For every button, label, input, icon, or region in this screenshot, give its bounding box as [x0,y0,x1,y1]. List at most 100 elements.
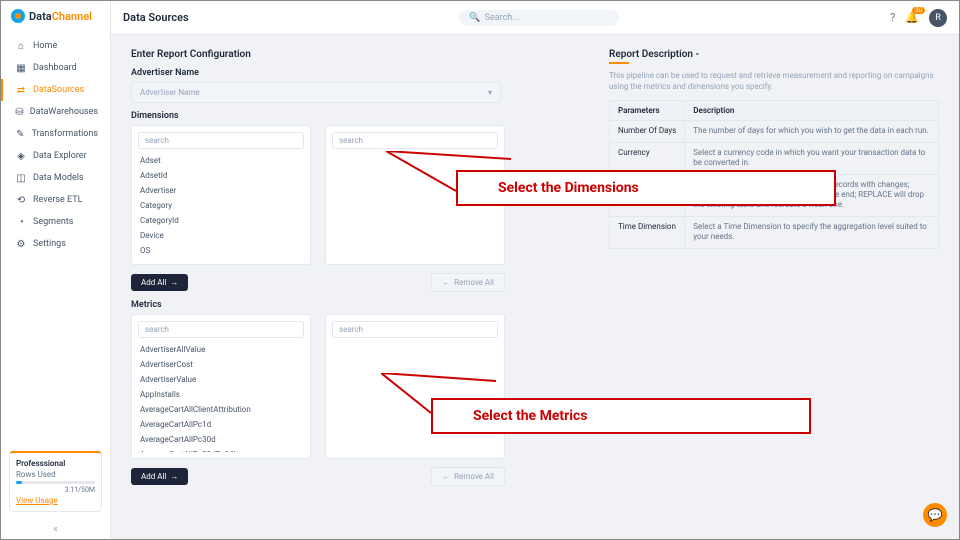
callout-metrics: Select the Metrics [431,398,811,434]
nav-label: Transformations [32,129,98,139]
met-selected-search[interactable]: search [332,321,498,338]
nav-label: Segments [33,217,73,227]
arrow-right-icon: → [170,472,178,481]
list-item[interactable]: AdvertiserValue [138,372,304,387]
list-item[interactable]: Adset [138,153,304,168]
page-title: Data Sources [123,11,189,24]
list-item[interactable]: AverageCartAllPc1d [138,417,304,432]
callout-dimensions: Select the Dimensions [456,170,836,206]
met-search-input[interactable]: search [138,321,304,338]
plan-usage: 3.11/50M [16,486,95,494]
nav-icon: ◈ [15,150,27,162]
arrow-left-icon: ← [442,278,450,287]
nav-label: Data Models [33,173,84,183]
sidebar: DataChannel ⌂ Home ▦ Dashboard ⇄ DataSources ⛁… [1,1,111,539]
list-item[interactable]: AppInstalls [138,387,304,402]
nav-icon: ◔ [15,216,27,228]
main: Data Sources 🔍 Search... ? 🔔20 R Enter R… [111,1,959,539]
nav-icon: ▦ [15,62,27,74]
dimensions-list: AdsetAdsetIdAdvertiserCategoryCategoryId… [138,153,304,258]
table-row: Number Of DaysThe number of days for whi… [610,121,939,142]
nav: ⌂ Home ▦ Dashboard ⇄ DataSources ⛁ DataWarehous… [1,31,110,443]
list-item[interactable]: CategoryId [138,213,304,228]
notifications-icon[interactable]: 🔔20 [905,11,919,24]
search-input[interactable]: 🔍 Search... [459,10,619,26]
list-item[interactable]: AdvertiserAllValue [138,342,304,357]
sidebar-item-datawarehouses[interactable]: ⛁ DataWarehouses [1,101,110,123]
list-item[interactable]: AdsetId [138,168,304,183]
sidebar-item-home[interactable]: ⌂ Home [1,35,110,57]
sidebar-item-settings[interactable]: ⚙ Settings [1,233,110,255]
nav-label: Settings [33,239,66,249]
list-item[interactable]: AverageCartAllPc30d [138,432,304,447]
nav-label: Dashboard [33,63,77,73]
nav-icon: ⇄ [15,84,27,96]
sidebar-item-dashboard[interactable]: ▦ Dashboard [1,57,110,79]
list-item[interactable]: AverageCartAllClientAttribution [138,402,304,417]
advertiser-select[interactable]: Advertiser Name ▾ [131,82,501,103]
content: Enter Report Configuration Advertiser Na… [111,35,959,539]
sidebar-item-reverse etl[interactable]: ⟲Reverse ETL [1,189,110,211]
metrics-label: Metrics [131,300,939,310]
nav-label: Home [33,41,57,51]
logo-text-2: Channel [52,10,92,23]
dimensions-available-panel: search AdsetAdsetIdAdvertiserCategoryCat… [131,125,311,265]
search-icon: 🔍 [469,13,480,23]
nav-icon: ✎ [15,128,26,140]
advertiser-placeholder: Advertiser Name [140,88,200,97]
nav-label: DataSources [33,85,84,95]
list-item[interactable]: OS [138,243,304,258]
nav-label: DataWarehouses [30,107,98,117]
nav-icon: ⛁ [15,106,24,118]
logo[interactable]: DataChannel [1,1,110,31]
metrics-list: AdvertiserAllValueAdvertiserCostAdvertis… [138,342,304,452]
nav-label: Reverse ETL [33,195,82,205]
list-item[interactable]: AdvertiserCost [138,357,304,372]
plan-rows-label: Rows Used [16,470,95,479]
sidebar-item-datasources[interactable]: ⇄ DataSources [1,79,110,101]
help-icon[interactable]: ? [890,11,895,24]
add-all-dimensions-button[interactable]: Add All→ [131,274,188,291]
topbar: Data Sources 🔍 Search... ? 🔔20 R [111,1,959,35]
list-item[interactable]: AverageCartAllPc30dPv24h [138,447,304,452]
sidebar-item-transformations[interactable]: ✎ Transformations [1,123,110,145]
sidebar-item-segments[interactable]: ◔ Segments [1,211,110,233]
plan-progress [16,481,95,484]
search-placeholder: Search... [485,13,520,23]
param-name: Number Of Days [610,121,685,142]
sidebar-item-data models[interactable]: ◫ Data Models [1,167,110,189]
table-row: Time DimensionSelect a Time Dimension to… [610,216,939,248]
add-all-metrics-button[interactable]: Add All→ [131,468,188,485]
nav-icon: ◫ [15,172,27,184]
logo-icon [11,9,25,23]
th-parameters: Parameters [610,101,685,121]
metrics-available-panel: search AdvertiserAllValueAdvertiserCostA… [131,314,311,459]
list-item[interactable]: Device [138,228,304,243]
remove-all-metrics-button[interactable]: ←Remove All [431,467,505,486]
th-description: Description [685,101,939,121]
description-panel: Report Description - This pipeline can b… [609,49,939,249]
plan-title: Professsional [16,459,95,468]
nav-icon: ⌂ [15,40,27,52]
list-item[interactable]: Category [138,198,304,213]
dim-selected-search[interactable]: search [332,132,498,149]
collapse-sidebar[interactable]: « [1,520,110,539]
nav-label: Data Explorer [33,151,87,161]
chat-fab[interactable]: 💬 [923,503,947,527]
arrow-right-icon: → [170,278,178,287]
list-item[interactable]: Advertiser [138,183,304,198]
param-desc: Select a Time Dimension to specify the a… [685,216,939,248]
logo-text-1: Data [29,10,52,23]
arrow-left-icon: ← [442,472,450,481]
avatar[interactable]: R [929,9,947,27]
param-desc: The number of days for which you wish to… [685,121,939,142]
dim-search-input[interactable]: search [138,132,304,149]
remove-all-dimensions-button[interactable]: ←Remove All [431,273,505,292]
nav-icon: ⚙ [15,238,27,250]
desc-title: Report Description - [609,49,939,60]
view-usage-link[interactable]: View Usage [16,496,95,505]
param-name: Time Dimension [610,216,685,248]
sidebar-item-data explorer[interactable]: ◈ Data Explorer [1,145,110,167]
desc-text: This pipeline can be used to request and… [609,70,939,92]
notification-count: 20 [912,7,925,14]
